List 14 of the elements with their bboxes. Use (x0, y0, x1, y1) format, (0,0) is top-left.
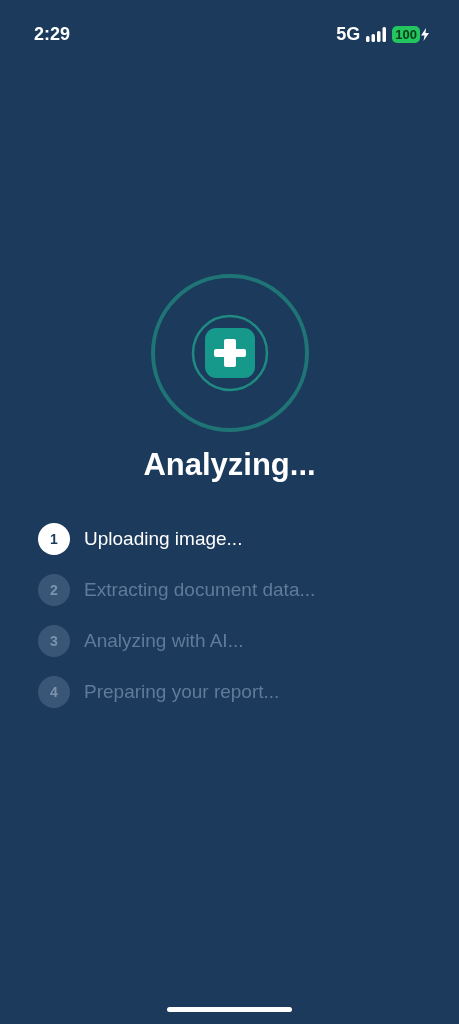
step-label: Extracting document data... (84, 579, 316, 601)
step-label: Preparing your report... (84, 681, 280, 703)
analyzing-title: Analyzing... (143, 447, 316, 483)
step-number: 4 (38, 676, 70, 708)
step-label: Uploading image... (84, 528, 243, 550)
step-label: Analyzing with AI... (84, 630, 244, 652)
signal-icon (366, 26, 387, 42)
step-number: 2 (38, 574, 70, 606)
home-indicator[interactable] (167, 1007, 292, 1012)
step-number: 3 (38, 625, 70, 657)
step-number: 1 (38, 523, 70, 555)
network-type: 5G (336, 23, 361, 45)
battery-level: 100 (392, 25, 420, 43)
status-time: 2:29 (34, 23, 71, 45)
